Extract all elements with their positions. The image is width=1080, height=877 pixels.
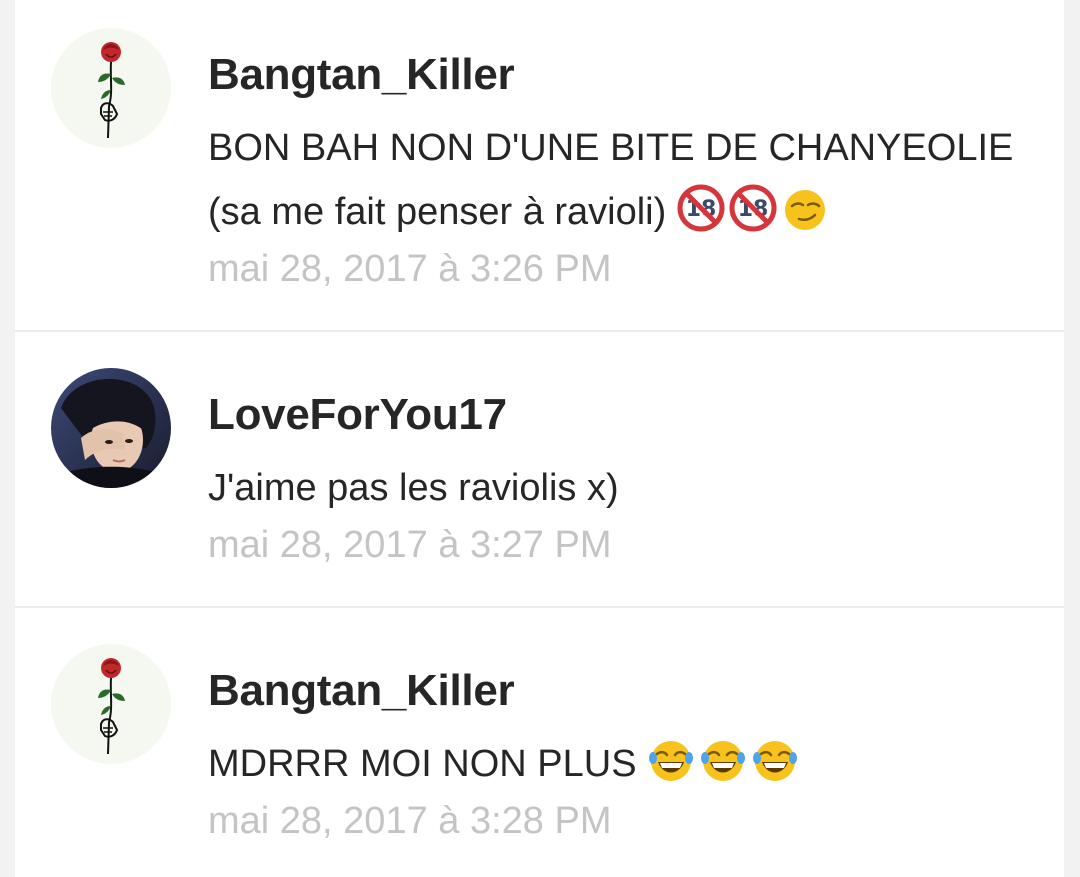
divider <box>15 606 1064 608</box>
comment-timestamp: mai 28, 2017 à 3:27 PM <box>208 524 612 566</box>
rose-hand-avatar-icon <box>51 644 171 764</box>
laughing-tears-face-icon <box>699 736 747 784</box>
laughing-tears-face-icon <box>751 736 799 784</box>
user-avatar[interactable] <box>51 644 171 764</box>
comment-text-line: J'aime pas les raviolis x) <box>208 467 619 509</box>
comment-text-line-with-emoji: (sa me fait penser à ravioli) 1818 <box>208 180 1058 244</box>
comment-text-line: BON BAH NON D'UNE BITE DE CHANYEOLIE <box>208 127 1014 169</box>
comment-timestamp: mai 28, 2017 à 3:28 PM <box>208 800 612 842</box>
comment-text-fragment: MDRRR MOI NON PLUS <box>208 743 637 785</box>
user-avatar[interactable] <box>51 28 171 148</box>
rose-hand-avatar-icon <box>51 28 171 148</box>
comment-timestamp: mai 28, 2017 à 3:26 PM <box>208 248 612 290</box>
no-under-18-icon: 18 <box>729 184 777 232</box>
username[interactable]: LoveForYou17 <box>208 390 507 440</box>
divider <box>15 330 1064 332</box>
comment-text-line-with-emoji: MDRRR MOI NON PLUS <box>208 732 1058 796</box>
username[interactable]: Bangtan_Killer <box>208 666 515 716</box>
username[interactable]: Bangtan_Killer <box>208 50 515 100</box>
laughing-tears-face-icon <box>647 736 695 784</box>
comment-feed: Bangtan_Killer BON BAH NON D'UNE BITE DE… <box>15 0 1064 877</box>
comment-text: MDRRR MOI NON PLUS <box>208 732 1058 796</box>
no-under-18-icon: 18 <box>677 184 725 232</box>
comment-text: BON BAH NON D'UNE BITE DE CHANYEOLIE (sa… <box>208 116 1058 244</box>
comment-text-fragment: (sa me fait penser à ravioli) <box>208 191 667 233</box>
comment-text: J'aime pas les raviolis x) <box>208 456 1058 520</box>
person-photo-avatar-icon <box>51 368 171 488</box>
user-avatar[interactable] <box>51 368 171 488</box>
smirking-face-icon <box>781 184 829 232</box>
